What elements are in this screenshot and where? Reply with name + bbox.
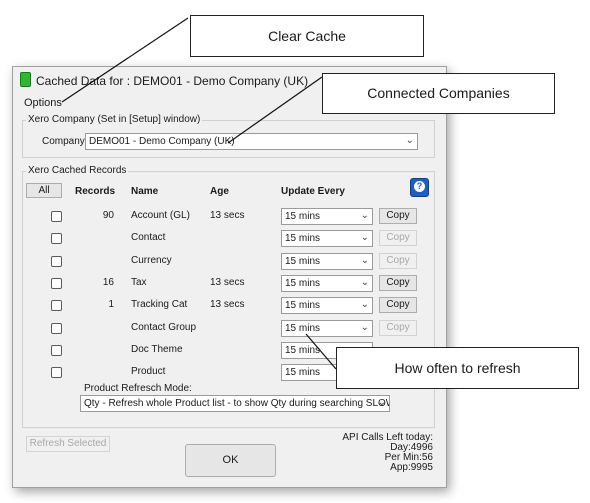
clear-cache-pointer (61, 17, 189, 103)
callout-refresh: How often to refresh (336, 347, 579, 389)
refresh-pointer (305, 333, 337, 370)
callout-connected-companies: Connected Companies (322, 73, 555, 114)
callout-clear-cache: Clear Cache (190, 15, 424, 57)
connected-pointer (227, 76, 323, 144)
